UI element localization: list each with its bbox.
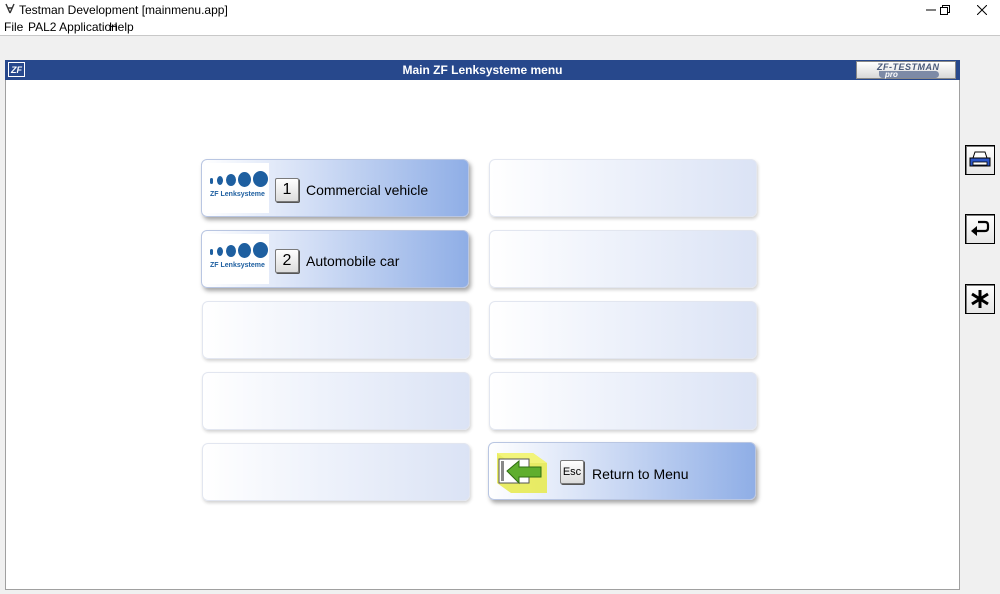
logo-text: ZF Lenksysteme: [210, 191, 265, 198]
asterisk-icon: [971, 290, 989, 308]
close-icon: [977, 4, 987, 15]
print-button[interactable]: [965, 145, 995, 175]
tile-empty: [489, 230, 757, 288]
menu-help[interactable]: Help: [109, 20, 134, 34]
return-icon: [971, 220, 990, 236]
menu-file[interactable]: File: [4, 20, 23, 34]
window-titlebar: Testman Development [mainmenu.app]: [0, 0, 1000, 19]
key-1[interactable]: 1: [275, 178, 299, 202]
tile-commercial-vehicle[interactable]: ZF Lenksysteme 1 Commercial vehicle: [201, 159, 469, 217]
logo-text: ZF Lenksysteme: [210, 262, 265, 269]
tile-label: Automobile car: [306, 253, 400, 269]
tile-empty: [202, 443, 470, 501]
printer-icon: [969, 151, 991, 167]
key-esc[interactable]: Esc: [560, 460, 584, 484]
special-button[interactable]: [965, 284, 995, 314]
menu-pal2-application[interactable]: PAL2 Application: [28, 20, 118, 34]
tile-label: Return to Menu: [592, 466, 689, 482]
page-title: Main ZF Lenksysteme menu: [402, 63, 563, 77]
menubar: File PAL2 Application Help: [0, 19, 1000, 35]
window-title: Testman Development [mainmenu.app]: [19, 3, 228, 17]
back-button[interactable]: [965, 214, 995, 244]
zf-lenksysteme-logo: ZF Lenksysteme: [205, 234, 269, 284]
zf-lenksysteme-logo: ZF Lenksysteme: [205, 163, 269, 213]
header-bar: ZF Main ZF Lenksysteme menu ZF-TESTMAN p…: [5, 60, 960, 80]
tile-empty: [202, 301, 470, 359]
tile-automobile-car[interactable]: ZF Lenksysteme 2 Automobile car: [201, 230, 469, 288]
tile-label: Commercial vehicle: [306, 182, 429, 198]
app-icon: [5, 3, 15, 14]
return-arrow-icon: [497, 453, 547, 493]
restore-icon: [940, 4, 950, 15]
tile-empty: [489, 301, 757, 359]
close-button[interactable]: [959, 0, 1000, 19]
tile-return-to-menu[interactable]: Esc Return to Menu: [488, 442, 756, 500]
zf-testman-badge: ZF-TESTMAN pro: [856, 61, 956, 79]
main-panel: [5, 60, 960, 590]
tile-empty: [489, 372, 757, 430]
key-2[interactable]: 2: [275, 249, 299, 273]
badge-sub: pro: [885, 70, 898, 79]
tile-empty: [489, 159, 757, 217]
tile-empty: [202, 372, 470, 430]
